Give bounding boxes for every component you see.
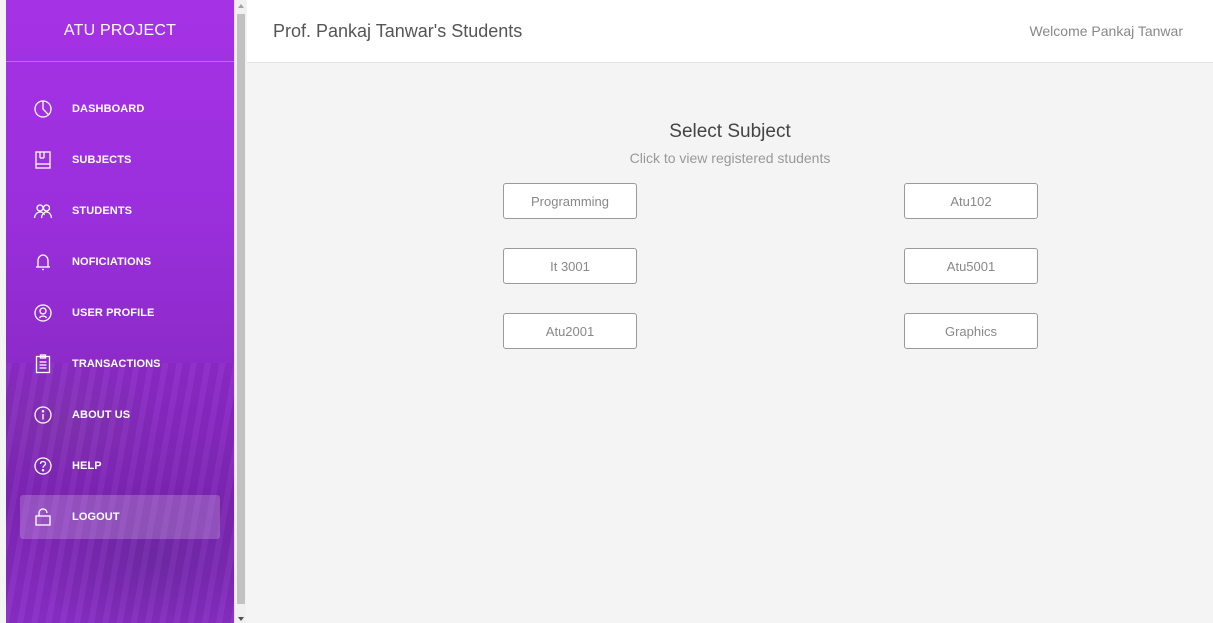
sidebar-nav: DASHBOARD SUBJECTS STUDENTS NOFICIATIONS	[6, 62, 234, 539]
welcome-text: Welcome Pankaj Tanwar	[1029, 23, 1183, 39]
sidebar-item-logout[interactable]: LOGOUT	[20, 495, 220, 539]
sidebar-item-subjects[interactable]: SUBJECTS	[20, 138, 220, 182]
subject-button-atu5001[interactable]: Atu5001	[904, 248, 1038, 284]
sidebar-item-label: ABOUT US	[72, 409, 131, 421]
section-heading: Select Subject	[669, 121, 791, 142]
sidebar-item-dashboard[interactable]: DASHBOARD	[20, 87, 220, 131]
subject-button-graphics[interactable]: Graphics	[904, 313, 1038, 349]
sidebar-item-label: STUDENTS	[72, 205, 133, 217]
scrollbar-thumb[interactable]	[237, 14, 245, 604]
clipboard-icon	[32, 353, 54, 375]
sidebar-item-label: SUBJECTS	[72, 154, 132, 166]
subject-button-programming[interactable]: Programming	[503, 183, 637, 219]
sidebar-item-notifications[interactable]: NOFICIATIONS	[20, 240, 220, 284]
bell-icon	[32, 251, 54, 273]
scroll-up-arrow[interactable]	[238, 4, 244, 8]
sidebar-item-label: DASHBOARD	[72, 103, 145, 115]
subject-button-atu2001[interactable]: Atu2001	[503, 313, 637, 349]
sidebar-item-help[interactable]: HELP	[20, 444, 220, 488]
sidebar-item-label: LOGOUT	[72, 511, 120, 523]
sidebar-item-about-us[interactable]: ABOUT US	[20, 393, 220, 437]
sidebar-item-label: USER PROFILE	[72, 307, 155, 319]
sidebar-item-students[interactable]: STUDENTS	[20, 189, 220, 233]
sidebar-scrollbar[interactable]	[234, 0, 246, 623]
top-navbar: Prof. Pankaj Tanwar's Students Welcome P…	[247, 0, 1213, 63]
scroll-down-arrow[interactable]	[238, 617, 244, 621]
app-window: ATU PROJECT DASHBOARD SUBJECTS STUDENTS	[0, 0, 1213, 623]
subject-button-it3001[interactable]: It 3001	[503, 248, 637, 284]
sidebar-item-label: HELP	[72, 460, 102, 472]
info-icon	[32, 404, 54, 426]
section-subheading: Click to view registered students	[629, 150, 831, 166]
users-icon	[32, 200, 54, 222]
book-icon	[32, 149, 54, 171]
pie-chart-icon	[32, 98, 54, 120]
sidebar-item-label: TRANSACTIONS	[72, 358, 161, 370]
brand-title[interactable]: ATU PROJECT	[6, 0, 234, 62]
sidebar: ATU PROJECT DASHBOARD SUBJECTS STUDENTS	[6, 0, 234, 623]
main-panel: Prof. Pankaj Tanwar's Students Welcome P…	[247, 0, 1213, 623]
page-title: Prof. Pankaj Tanwar's Students	[273, 20, 523, 41]
subject-button-atu102[interactable]: Atu102	[904, 183, 1038, 219]
help-icon	[32, 455, 54, 477]
sidebar-item-label: NOFICIATIONS	[72, 256, 152, 268]
sidebar-item-transactions[interactable]: TRANSACTIONS	[20, 342, 220, 386]
user-circle-icon	[32, 302, 54, 324]
sidebar-item-user-profile[interactable]: USER PROFILE	[20, 291, 220, 335]
lock-icon	[32, 506, 54, 528]
